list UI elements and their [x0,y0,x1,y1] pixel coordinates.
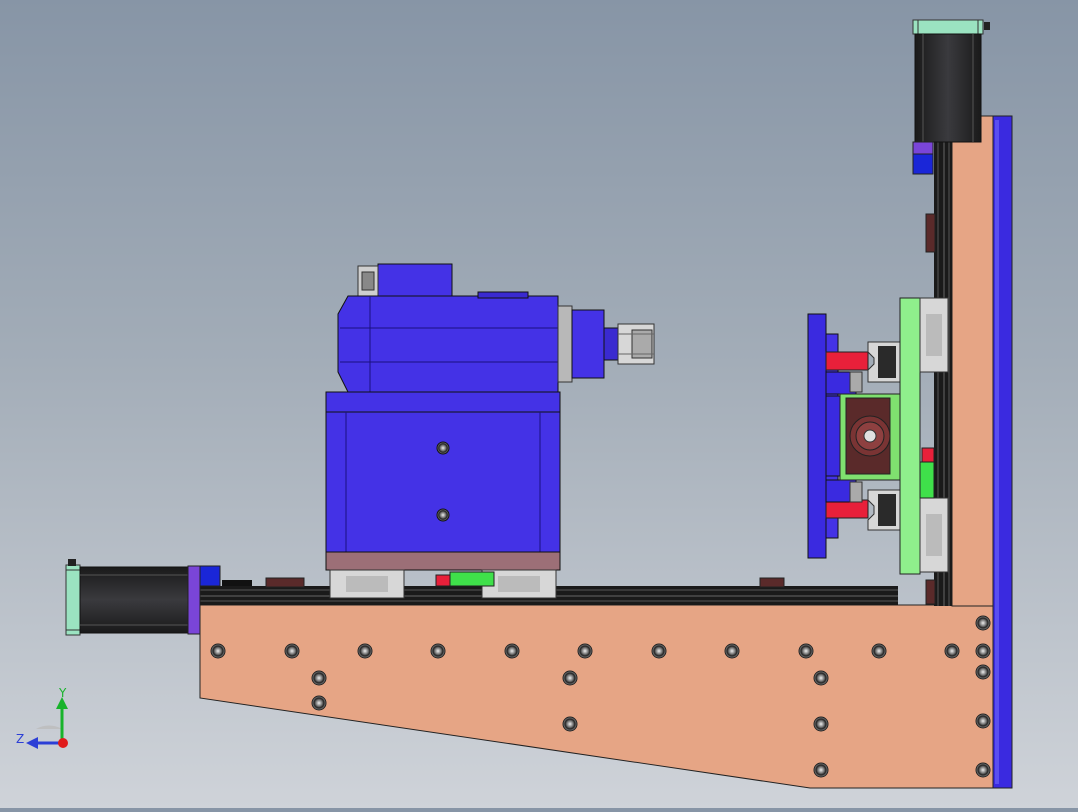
workpiece-fixture [807,297,949,575]
y-axis-label: Y [58,686,67,700]
triad-arc [36,725,62,729]
orientation-triad[interactable]: Y Z [10,685,90,765]
graphics-viewport[interactable]: Y Z [0,0,1078,808]
x-axis-point [58,738,68,748]
x-axis-stepper-motor [65,559,221,636]
cad-model-view[interactable] [0,0,1078,808]
z-axis-label: Z [16,732,24,746]
spindle-motor [337,263,655,393]
spindle-mount-block [325,391,561,571]
z-axis-arrowhead [26,737,38,749]
